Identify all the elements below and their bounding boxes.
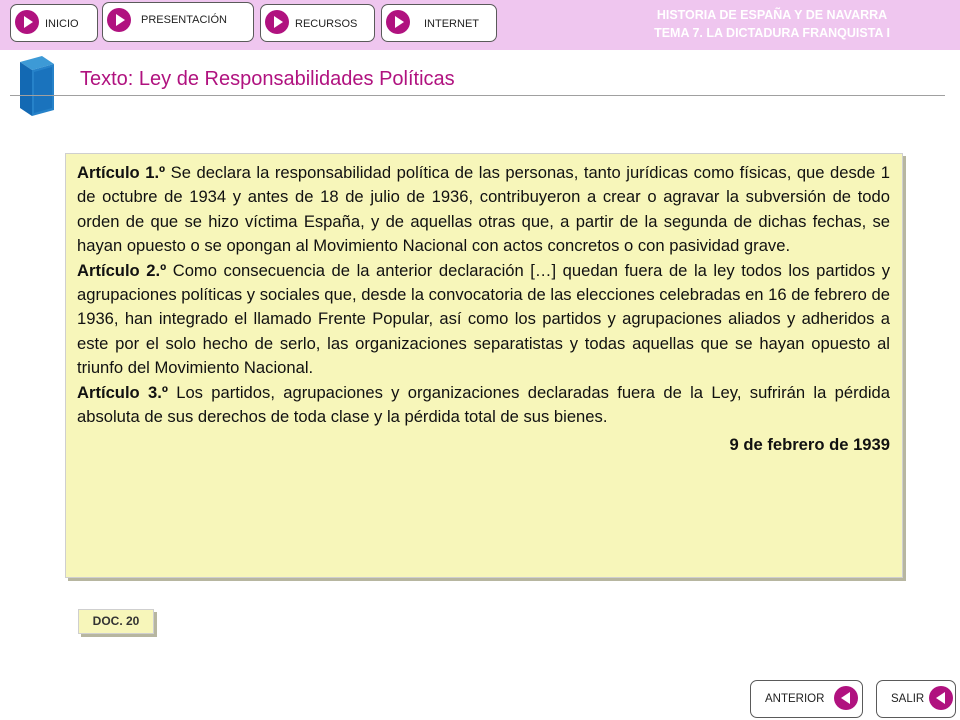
doc-badge: DOC. 20: [78, 609, 154, 634]
presentacion-label: PRESENTACIÓN: [141, 14, 227, 26]
article-label: Artículo 1.º: [77, 163, 166, 182]
play-arrow-icon: [386, 10, 410, 34]
inicio-button[interactable]: INICIO: [10, 4, 98, 42]
article-text: Como consecuencia de la anterior declara…: [77, 260, 891, 378]
top-navigation-bar: INICIO PRESENTACIÓN RECURSOS INTERNET HI…: [0, 0, 960, 50]
article-label: Artículo 2.º: [77, 260, 167, 280]
course-line-2: TEMA 7. LA DICTADURA FRANQUISTA I: [654, 26, 890, 40]
internet-button[interactable]: INTERNET: [381, 4, 497, 42]
title-divider: [10, 95, 945, 96]
play-arrow-icon: [265, 10, 289, 34]
article-text: Los partidos, agrupaciones y organizacio…: [77, 382, 890, 427]
presentacion-button[interactable]: PRESENTACIÓN: [102, 2, 254, 42]
back-arrow-icon: [929, 686, 953, 710]
recursos-button[interactable]: RECURSOS: [260, 4, 375, 42]
article-2: Artículo 2.º Como consecuencia de la ant…: [77, 259, 890, 381]
article-3: Artículo 3.º Los partidos, agrupaciones …: [77, 381, 890, 430]
salir-label: SALIR: [891, 693, 925, 705]
document-date: 9 de febrero de 1939: [729, 435, 891, 455]
anterior-label: ANTERIOR: [765, 693, 825, 705]
play-arrow-icon: [107, 8, 131, 32]
back-arrow-icon: [834, 686, 858, 710]
article-label: Artículo 3.º: [77, 382, 168, 402]
play-arrow-icon: [15, 10, 39, 34]
salir-button[interactable]: SALIR: [876, 680, 956, 718]
course-line-1: HISTORIA DE ESPAÑA Y DE NAVARRA: [656, 8, 888, 22]
inicio-label: INICIO: [45, 18, 79, 30]
internet-label: INTERNET: [424, 18, 479, 30]
article-1: Artículo 1.º Se declara la responsabilid…: [77, 161, 890, 259]
anterior-button[interactable]: ANTERIOR: [750, 680, 863, 718]
book-icon: [20, 56, 54, 116]
course-title: HISTORIA DE ESPAÑA Y DE NAVARRA TEMA 7. …: [612, 6, 932, 42]
document-text-box: Artículo 1.º Se declara la responsabilid…: [65, 153, 903, 578]
article-text: Se declara la responsabilidad política d…: [77, 163, 891, 256]
page-title: Texto: Ley de Responsabilidades Política…: [80, 68, 455, 90]
recursos-label: RECURSOS: [295, 18, 358, 30]
